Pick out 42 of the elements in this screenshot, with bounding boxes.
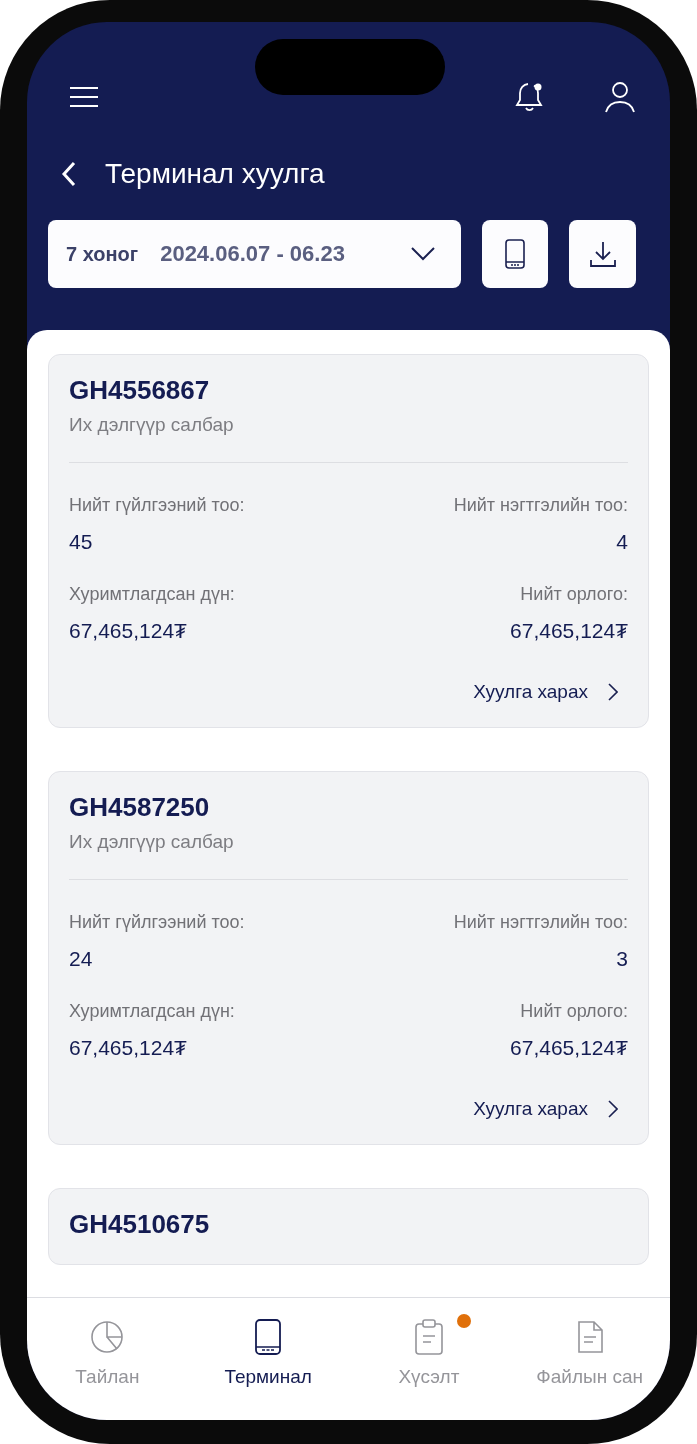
user-icon[interactable] bbox=[604, 81, 636, 113]
terminal-icon bbox=[255, 1319, 282, 1355]
menu-icon[interactable] bbox=[69, 86, 99, 108]
view-statement-link[interactable]: Хуулга харах bbox=[473, 1098, 618, 1120]
period-label: 7 хоног bbox=[66, 242, 139, 266]
document-icon bbox=[576, 1321, 603, 1353]
pie-chart-icon bbox=[90, 1320, 125, 1354]
date-range: 2024.06.07 - 06.23 bbox=[160, 241, 345, 267]
terminal-button[interactable] bbox=[481, 220, 549, 288]
page-title: Терминал хуулга bbox=[105, 158, 325, 190]
view-statement-link[interactable]: Хуулга харах bbox=[473, 681, 618, 703]
stat-label: Нийт гүйлгээний тоо: bbox=[69, 495, 245, 516]
nav-tab[interactable]: Терминал bbox=[187, 1298, 349, 1420]
branch-name: Их дэлгүүр салбар bbox=[69, 414, 235, 436]
stat-label: Нийт гүйлгээний тоо: bbox=[69, 912, 245, 933]
stat-value: 4 bbox=[616, 530, 628, 554]
clipboard-icon bbox=[414, 1319, 443, 1355]
stat-label: Нийт нэгтгэлийн тоо: bbox=[453, 912, 628, 933]
download-icon bbox=[589, 241, 616, 267]
stat-label: Нийт орлого: bbox=[520, 584, 628, 605]
date-range-dropdown[interactable]: 7 хоног 2024.06.07 - 06.23 bbox=[48, 220, 461, 288]
back-icon[interactable] bbox=[61, 161, 77, 187]
terminal-id: GH4556867 bbox=[69, 375, 211, 406]
download-button[interactable] bbox=[569, 220, 636, 288]
chevron-right-icon bbox=[608, 1100, 618, 1118]
terminal-id: GH4587250 bbox=[69, 792, 211, 823]
stat-label: Нийт орлого: bbox=[520, 1001, 628, 1022]
stat-value: 3 bbox=[616, 947, 628, 971]
stat-value: 45 bbox=[69, 530, 93, 554]
stat-value: 67,465,124₮ bbox=[69, 1036, 187, 1060]
chevron-down-icon bbox=[410, 247, 435, 261]
stat-value: 24 bbox=[69, 947, 93, 971]
chevron-right-icon bbox=[608, 683, 618, 701]
terminal-id: GH4510675 bbox=[69, 1209, 211, 1240]
terminal-icon bbox=[505, 239, 525, 269]
stat-label: Хуримтлагдсан дүн: bbox=[69, 584, 235, 605]
stat-value: 67,465,124₮ bbox=[69, 619, 187, 643]
stat-value: 67,465,124₮ bbox=[510, 1036, 628, 1060]
stat-value: 67,465,124₮ bbox=[510, 619, 628, 643]
stat-label: Хуримтлагдсан дүн: bbox=[69, 1001, 235, 1022]
branch-name: Их дэлгүүр салбар bbox=[69, 831, 235, 853]
stat-label: Нийт нэгтгэлийн тоо: bbox=[453, 495, 628, 516]
